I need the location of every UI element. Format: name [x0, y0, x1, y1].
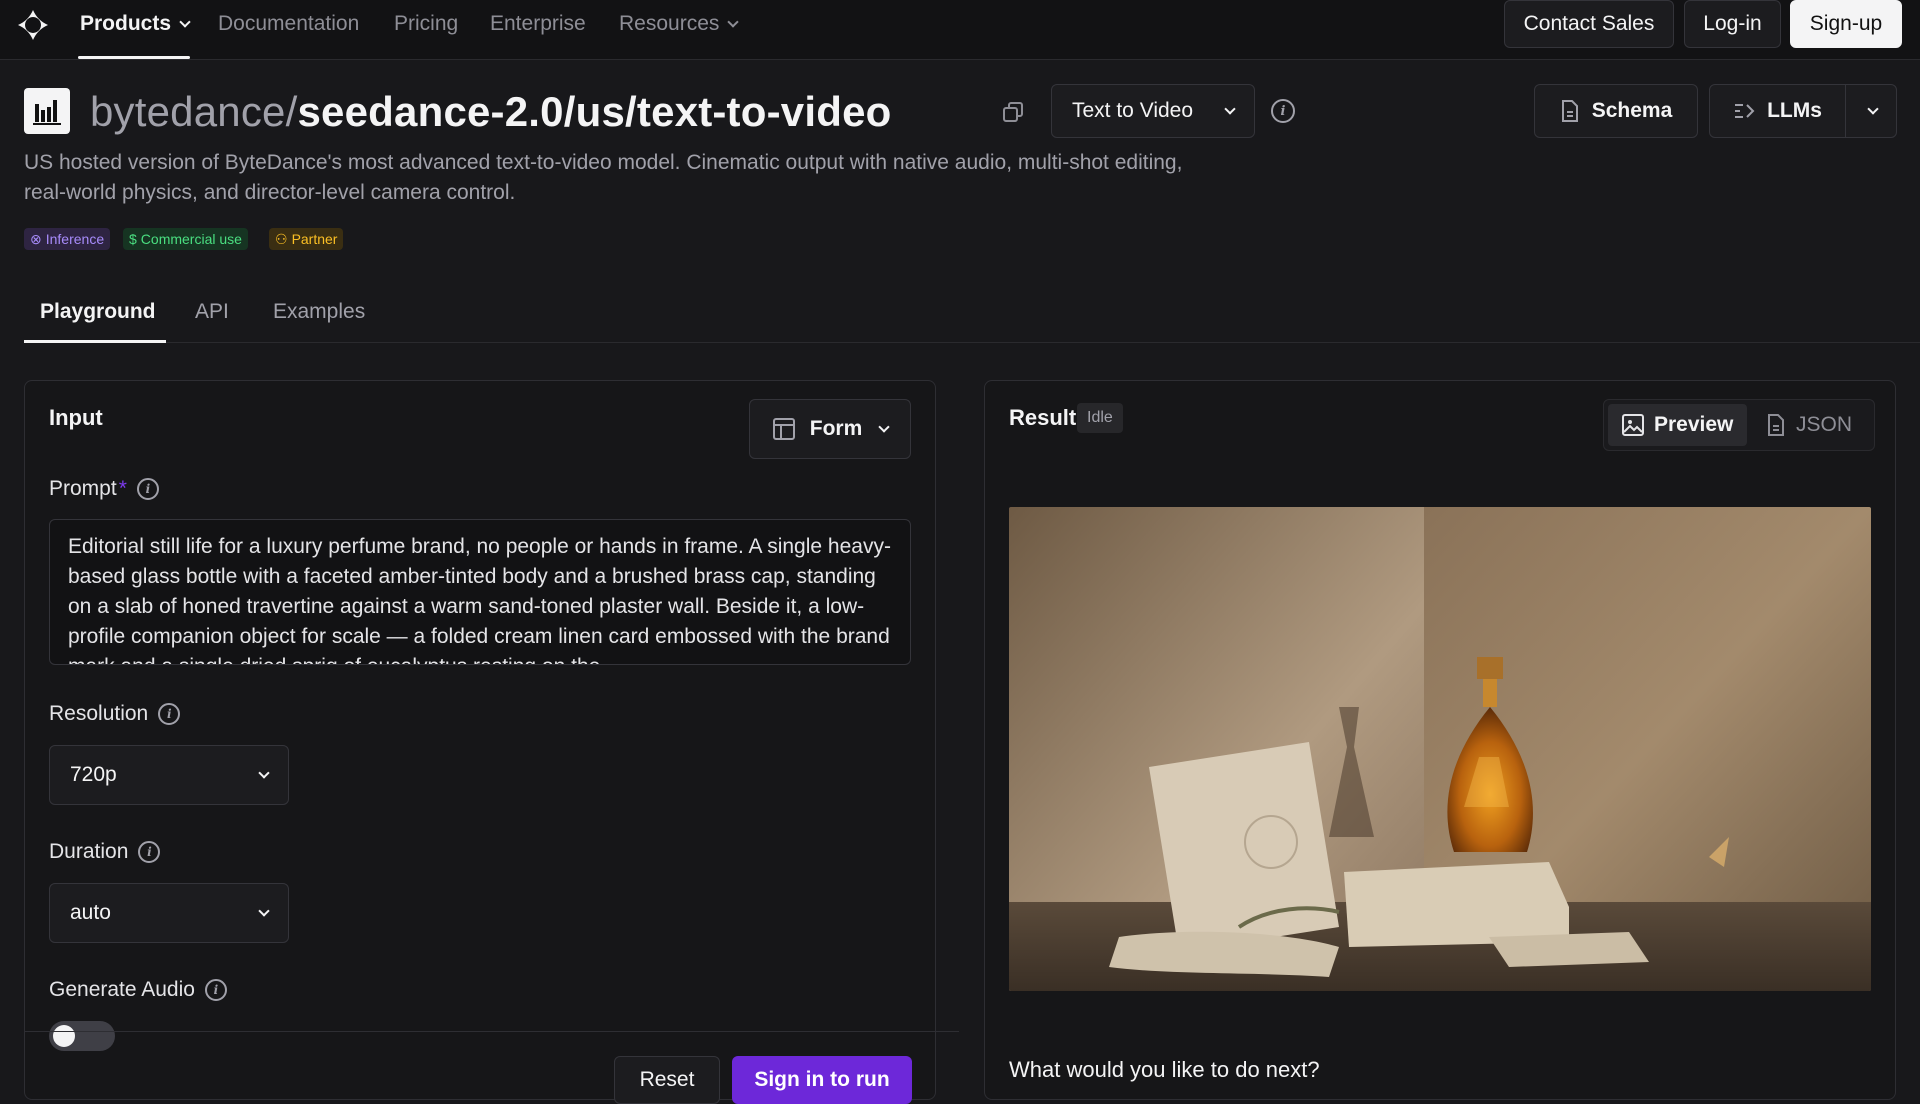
- badge-inference-label: Inference: [45, 231, 105, 247]
- badge-partner-label: Partner: [291, 231, 338, 247]
- resolution-value: 720p: [70, 763, 117, 786]
- input-panel: Input Form Prompt * i Editorial still lif…: [24, 380, 959, 1104]
- prompt-label-text: Prompt: [49, 477, 117, 500]
- next-steps-heading: What would you like to do next?: [1009, 1057, 1320, 1082]
- copy-icon[interactable]: [1001, 100, 1025, 124]
- category-select[interactable]: Text to Video: [1051, 84, 1255, 138]
- audio-label-text: Generate Audio: [49, 978, 195, 1001]
- resolution-label: Resolution i: [49, 702, 181, 726]
- top-navigation: Products Documentation Pricing Enterpris…: [0, 0, 1920, 60]
- json-label: JSON: [1796, 413, 1853, 436]
- info-icon[interactable]: i: [138, 841, 161, 863]
- tab-playground[interactable]: Playground: [40, 300, 156, 324]
- bar-chart-icon: [33, 100, 61, 125]
- form-mode-label: Form: [809, 417, 863, 440]
- tab-active-underline: [24, 340, 166, 343]
- partner-icon: ⚇: [275, 230, 288, 247]
- model-id: seedance-2.0/us/text-to-video: [297, 88, 892, 135]
- input-footer-divider: [25, 1031, 959, 1032]
- run-button[interactable]: Sign in to run: [732, 1056, 912, 1104]
- tab-examples[interactable]: Examples: [273, 300, 365, 324]
- dollar-icon: $: [129, 231, 137, 247]
- prompt-label: Prompt * i: [49, 477, 159, 501]
- llm-icon: [1735, 104, 1755, 118]
- duration-label: Duration i: [49, 840, 161, 864]
- result-view-toggle: Preview JSON: [1603, 399, 1875, 451]
- nav-enterprise[interactable]: Enterprise: [490, 12, 586, 36]
- badge-commercial-label: Commercial use: [140, 231, 242, 247]
- chevron-down-icon: [1224, 102, 1236, 115]
- result-preview-image: [1009, 507, 1871, 991]
- info-icon[interactable]: i: [136, 478, 159, 500]
- preview-tab[interactable]: Preview: [1608, 404, 1748, 446]
- category-select-value: Text to Video: [1072, 99, 1194, 122]
- nav-products[interactable]: Products: [80, 12, 191, 36]
- logo-icon[interactable]: [16, 8, 50, 42]
- layout-icon: [772, 418, 795, 440]
- toggle-knob: [53, 1025, 75, 1047]
- form-mode-select[interactable]: Form: [749, 399, 911, 459]
- info-icon[interactable]: i: [158, 703, 181, 725]
- tabs-divider: [24, 342, 1920, 343]
- nav-documentation-label: Documentation: [218, 12, 360, 35]
- nav-documentation[interactable]: Documentation: [218, 12, 359, 36]
- nav-resources-label: Resources: [619, 12, 720, 35]
- nav-resources[interactable]: Resources: [619, 12, 740, 36]
- page-title: bytedance/seedance-2.0/us/text-to-video: [90, 88, 892, 136]
- info-icon[interactable]: i: [1271, 99, 1295, 123]
- required-mark: *: [118, 477, 127, 500]
- document-icon: [1768, 414, 1784, 436]
- nav-enterprise-label: Enterprise: [490, 12, 586, 35]
- resolution-label-text: Resolution: [49, 702, 149, 725]
- badge-commercial-use: $ Commercial use: [123, 228, 248, 250]
- model-description: US hosted version of ByteDance's most ad…: [24, 151, 1183, 204]
- chevron-down-icon: [727, 15, 740, 28]
- nav-pricing-label: Pricing: [394, 12, 459, 35]
- preview-label: Preview: [1654, 413, 1734, 436]
- result-title: Result: [1009, 405, 1077, 430]
- nav-products-label: Products: [80, 12, 172, 35]
- chevron-down-icon: [878, 420, 890, 433]
- info-icon[interactable]: i: [204, 979, 227, 1001]
- audio-label: Generate Audio i: [49, 978, 227, 1002]
- tab-api[interactable]: API: [195, 300, 229, 324]
- result-panel: Result Idle Preview JSON What would you …: [984, 380, 1896, 1100]
- badge-inference: ⊗ Inference: [24, 228, 111, 250]
- image-icon: [1622, 414, 1644, 436]
- login-button[interactable]: Log-in: [1684, 0, 1781, 48]
- schema-button[interactable]: Schema: [1534, 84, 1698, 138]
- model-owner: bytedance/: [90, 88, 298, 135]
- duration-label-text: Duration: [49, 840, 129, 863]
- generate-audio-toggle[interactable]: [49, 1021, 115, 1051]
- duration-select[interactable]: auto: [49, 883, 289, 943]
- llms-main[interactable]: LLMs: [1710, 85, 1846, 137]
- llms-label: LLMs: [1767, 99, 1822, 122]
- schema-label: Schema: [1591, 99, 1673, 122]
- nav-pricing[interactable]: Pricing: [394, 12, 458, 36]
- prompt-textarea[interactable]: Editorial still life for a luxury perfum…: [49, 519, 911, 665]
- perfume-still-life-image: [1009, 507, 1871, 991]
- nav-active-underline: [78, 56, 190, 59]
- model-avatar: [24, 88, 70, 134]
- chevron-down-icon: [258, 904, 270, 917]
- chevron-down-icon: [179, 15, 191, 28]
- duration-value: auto: [70, 901, 111, 924]
- document-icon: [1561, 100, 1578, 122]
- llms-button[interactable]: LLMs: [1709, 84, 1897, 138]
- resolution-select[interactable]: 720p: [49, 745, 289, 805]
- status-badge: Idle: [1077, 403, 1123, 433]
- chevron-down-icon: [258, 766, 270, 779]
- signup-button[interactable]: Sign-up: [1790, 0, 1902, 48]
- reset-button[interactable]: Reset: [614, 1056, 720, 1104]
- input-title: Input: [49, 405, 103, 430]
- llms-dropdown-toggle[interactable]: [1846, 102, 1896, 115]
- inference-icon: ⊗: [30, 230, 42, 247]
- contact-sales-button[interactable]: Contact Sales: [1504, 0, 1674, 48]
- json-tab[interactable]: JSON: [1752, 404, 1866, 446]
- badge-partner: ⚇ Partner: [269, 228, 344, 250]
- chevron-down-icon: [1867, 102, 1879, 115]
